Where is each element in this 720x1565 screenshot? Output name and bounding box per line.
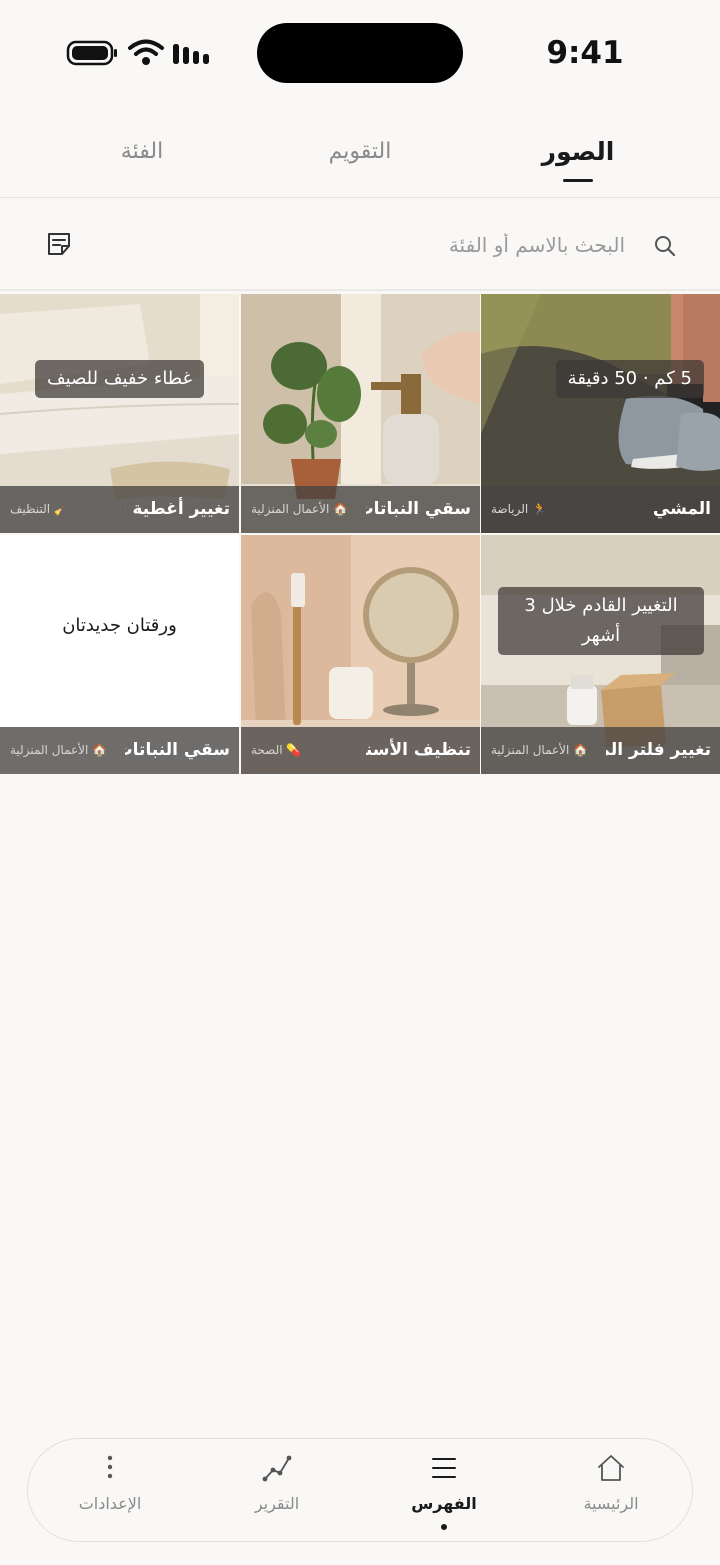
tile-footer: تغيير فلتر الماء 🏠 الأعمال المنزلية bbox=[481, 727, 720, 774]
nav-item-index[interactable]: الفهرس bbox=[384, 1439, 504, 1543]
grid-tile-teeth[interactable]: تنظيف الأسنان 💊 الصحة bbox=[241, 535, 480, 774]
nav-item-home[interactable]: الرئيسية bbox=[551, 1439, 671, 1543]
tile-category: 🏠 الأعمال المنزلية bbox=[491, 743, 589, 757]
tile-category: 💊 الصحة bbox=[251, 743, 302, 757]
battery-icon bbox=[66, 40, 117, 66]
active-tab-indicator bbox=[563, 179, 593, 182]
tile-note: 5 كم · 50 دقيقة bbox=[555, 360, 704, 398]
tile-title: تنظيف الأسنان bbox=[366, 740, 471, 760]
tile-footer: تغيير أغطية السرير 🧹 التنظيف bbox=[0, 486, 239, 533]
tile-category: 🏠 الأعمال المنزلية bbox=[251, 502, 349, 516]
grid-tile-bed-linens[interactable]: غطاء خفيف للصيف تغيير أغطية السرير 🧹 الت… bbox=[0, 294, 239, 533]
tile-title: سقي النباتات bbox=[125, 740, 230, 760]
nav-label: الإعدادات bbox=[78, 1494, 142, 1513]
menu-icon bbox=[432, 1458, 456, 1478]
tab-calendar[interactable]: التقويم bbox=[300, 135, 420, 169]
status-time: 9:41 bbox=[546, 35, 624, 71]
tile-note: التغيير القادم خلال 3 أشهر bbox=[498, 587, 704, 655]
tile-title: المشي bbox=[652, 499, 711, 519]
grid-tile-watering-plants-note[interactable]: ورقتان جديدتان سقي النباتات 🏠 الأعمال ال… bbox=[0, 535, 239, 774]
tile-footer: سقي النباتات 🏠 الأعمال المنزلية bbox=[0, 727, 239, 774]
nav-item-report[interactable]: التقرير bbox=[217, 1439, 337, 1543]
tile-footer: سقي النباتات 🏠 الأعمال المنزلية bbox=[241, 486, 480, 533]
home-icon bbox=[598, 1455, 624, 1481]
bottom-nav: الرئيسية الفهرس التقرير الإعدادات bbox=[27, 1438, 693, 1542]
wifi-icon bbox=[128, 39, 164, 65]
tile-category: 🧹 التنظيف bbox=[10, 502, 69, 516]
nav-item-settings[interactable]: الإعدادات bbox=[50, 1439, 170, 1543]
search-icon bbox=[655, 236, 676, 257]
status-bar: 9:41 bbox=[0, 0, 720, 105]
chart-line-icon bbox=[262, 1455, 292, 1482]
grid-tile-walking[interactable]: 5 كم · 50 دقيقة المشي 🏃 الرياضة bbox=[481, 294, 720, 533]
tile-footer: المشي 🏃 الرياضة bbox=[481, 486, 720, 533]
tile-footer: تنظيف الأسنان 💊 الصحة bbox=[241, 727, 480, 774]
tile-category: 🏠 الأعمال المنزلية bbox=[10, 743, 108, 757]
tile-title: سقي النباتات bbox=[366, 499, 471, 519]
tab-category[interactable]: الفئة bbox=[90, 135, 194, 169]
tile-category: 🏃 الرياضة bbox=[491, 502, 547, 516]
nav-label: الفهرس bbox=[411, 1494, 477, 1513]
dynamic-island bbox=[257, 23, 463, 83]
nav-label: الرئيسية bbox=[583, 1494, 639, 1513]
search-input[interactable] bbox=[300, 225, 625, 265]
nav-label: التقرير bbox=[254, 1494, 300, 1513]
index-screen: 9:41 الصور التقويم الفئة البحث بالاسم أو… bbox=[0, 0, 720, 1565]
grid-tile-watering-plants[interactable]: سقي النباتات 🏠 الأعمال المنزلية bbox=[241, 294, 480, 533]
view-tabs: الصور التقويم الفئة bbox=[0, 105, 720, 198]
more-vertical-icon bbox=[107, 1455, 113, 1479]
tile-title: تغيير فلتر الماء bbox=[606, 740, 711, 760]
tile-note: غطاء خفيف للصيف bbox=[35, 360, 204, 398]
tab-photos[interactable]: الصور bbox=[520, 135, 636, 169]
memo-icon[interactable] bbox=[44, 229, 74, 259]
search-bar bbox=[0, 199, 720, 291]
grid-tile-water-filter[interactable]: التغيير القادم خلال 3 أشهر تغيير فلتر ال… bbox=[481, 535, 720, 774]
tile-title: تغيير أغطية السرير bbox=[125, 499, 230, 519]
active-nav-indicator bbox=[441, 1524, 447, 1530]
tile-note: ورقتان جديدتان bbox=[62, 615, 177, 636]
photo-grid: 5 كم · 50 دقيقة المشي 🏃 الرياضة سقي النب… bbox=[0, 294, 720, 774]
cellular-signal-icon bbox=[173, 44, 209, 64]
